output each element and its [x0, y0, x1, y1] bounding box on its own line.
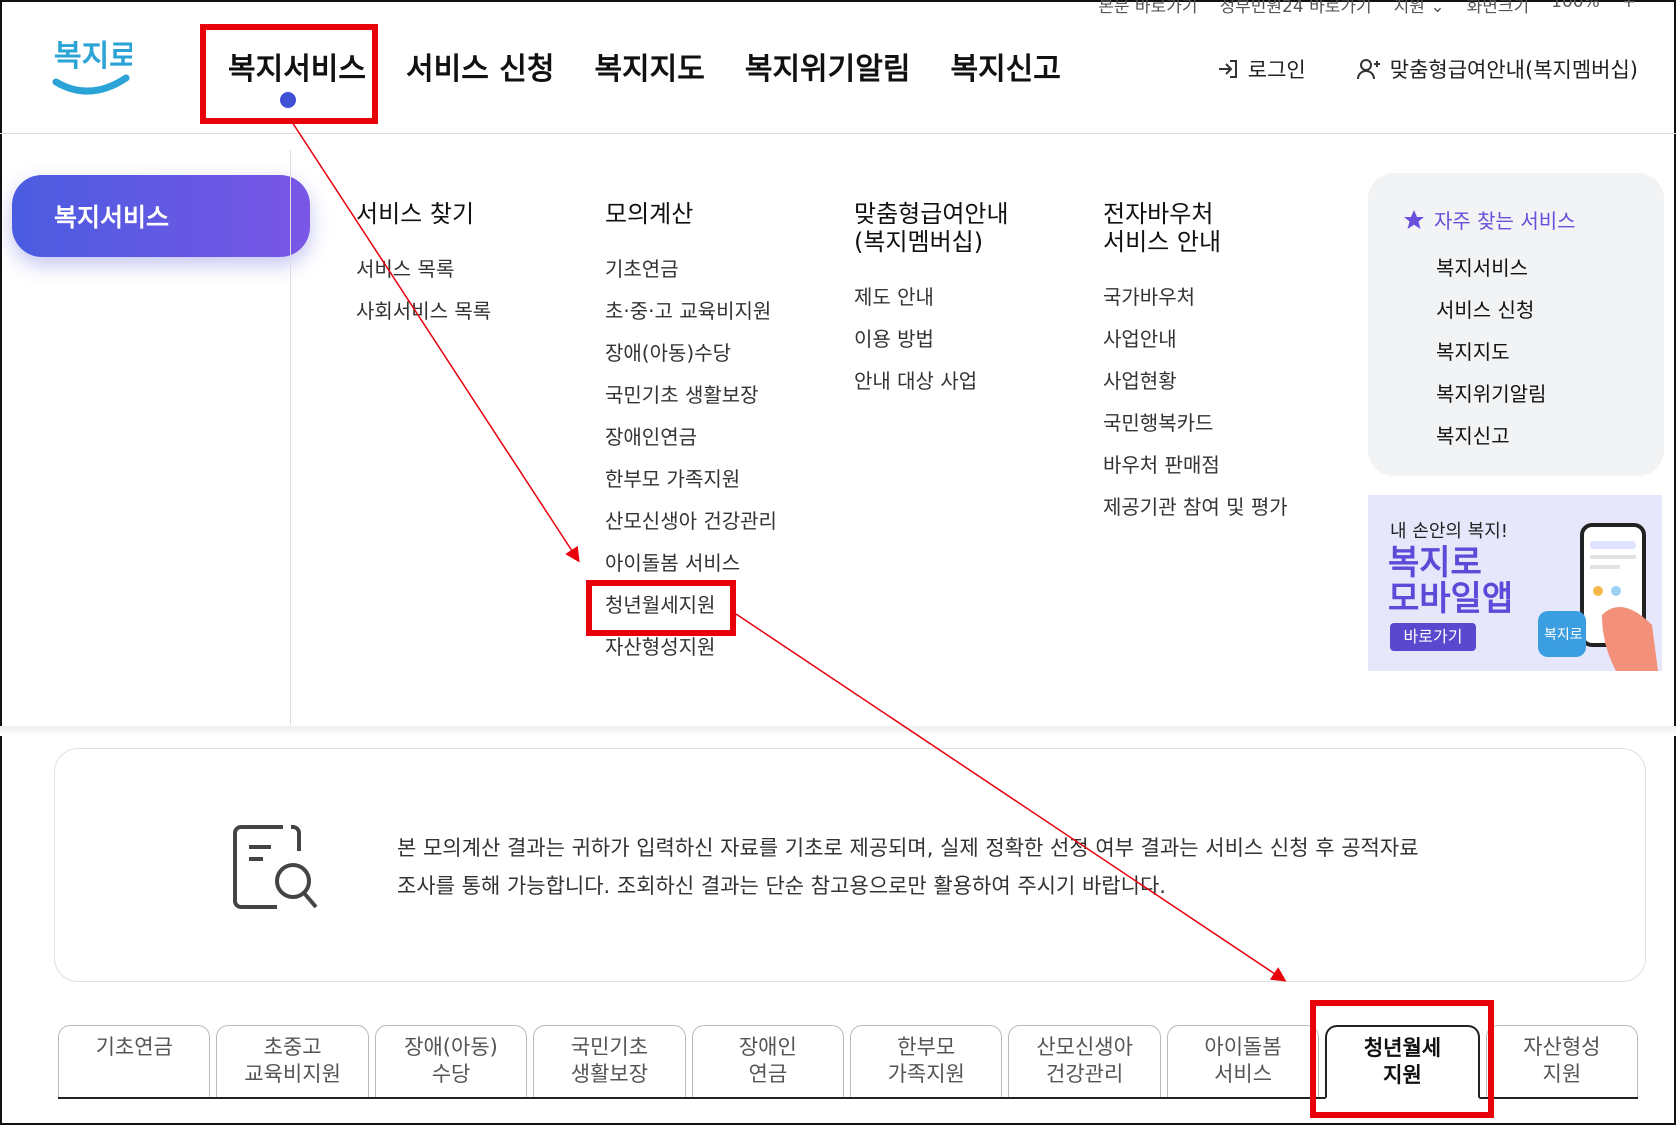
tab-single-parent[interactable]: 한부모 가족지원 — [850, 1025, 1003, 1097]
zoom-level: 100% — [1551, 0, 1600, 12]
menu-col-title-line1: 전자바우처 — [1103, 200, 1214, 228]
gnb-welfare-crisis-alert[interactable]: 복지위기알림 — [745, 44, 911, 88]
menu-item-service-list[interactable]: 서비스 목록 — [356, 248, 491, 290]
tab-asset-building[interactable]: 자산형성 지원 — [1485, 1025, 1639, 1097]
highlight-youth-rent-tab — [1310, 1000, 1494, 1118]
simulation-notice-box: 본 모의계산 결과는 귀하가 입력하신 자료를 기초로 제공되며, 실제 정확한… — [54, 748, 1646, 982]
gnb-service-apply[interactable]: 서비스 신청 — [406, 44, 554, 88]
menu-item-single-parent[interactable]: 한부모 가족지원 — [605, 458, 777, 500]
menu-item-program-status[interactable]: 사업현황 — [1103, 360, 1288, 402]
menu-item-social-service-list[interactable]: 사회서비스 목록 — [356, 290, 491, 332]
favorite-item-welfare-map[interactable]: 복지지도 — [1436, 331, 1546, 373]
svg-text:복지로: 복지로 — [1544, 627, 1583, 643]
banner-headline: 복지로 모바일앱 — [1388, 545, 1513, 617]
utility-bar: 본문 바로가기 정부민원24 바로가기 지원 ⌄ 화면크기 100% + — [1098, 0, 1636, 17]
notice-text: 본 모의계산 결과는 귀하가 입력하신 자료를 기초로 제공되며, 실제 정확한… — [397, 829, 1547, 905]
banner-headline-line2: 모바일앱 — [1388, 579, 1514, 619]
favorite-item-service-apply[interactable]: 서비스 신청 — [1436, 289, 1546, 331]
user-plus-icon — [1356, 59, 1380, 80]
highlight-youth-rent-menu — [586, 580, 736, 636]
bokjiro-logo[interactable]: 복지로 — [52, 30, 137, 100]
favorite-item-crisis-alert[interactable]: 복지위기알림 — [1436, 373, 1546, 415]
screen-size-label: 화면크기 — [1466, 0, 1530, 17]
language-select[interactable]: 지원 ⌄ — [1394, 0, 1445, 17]
menu-item-basic-pension[interactable]: 기초연금 — [605, 248, 777, 290]
menu-col-title: 맞춤형급여안내 (복지멤버십) — [854, 200, 1009, 256]
tab-disability-child-allowance[interactable]: 장애(아동) 수당 — [374, 1025, 528, 1097]
menu-col-title-line2: (복지멤버십) — [854, 228, 984, 256]
menu-col-title-line1: 맞춤형급여안내 — [854, 200, 1009, 228]
menu-col-benefit-guide: 맞춤형급여안내 (복지멤버십) 제도 안내 이용 방법 안내 대상 사업 — [854, 200, 1009, 402]
zoom-in-button[interactable]: + — [1622, 0, 1636, 17]
favorite-services-label: 자주 찾는 서비스 — [1434, 209, 1576, 233]
header-actions: 로그인 맞춤형급여안내(복지멤버십) — [1216, 54, 1638, 84]
notice-line-1: 본 모의계산 결과는 귀하가 입력하신 자료를 기초로 제공되며, 실제 정확한… — [397, 836, 1419, 860]
header-divider — [0, 133, 1676, 134]
tab-disability-pension[interactable]: 장애인 연금 — [691, 1025, 845, 1097]
mobile-app-banner[interactable]: 내 손안의 복지! 복지로 모바일앱 바로가기 복지로 — [1368, 495, 1662, 671]
logo-mark: 복지로 — [52, 39, 137, 95]
menu-col-title: 모의계산 — [605, 200, 694, 228]
tab-maternal-newborn[interactable]: 산모신생아 건강관리 — [1008, 1025, 1161, 1097]
gnb-welfare-map[interactable]: 복지지도 — [594, 44, 704, 88]
skip-to-content-link[interactable]: 본문 바로가기 — [1098, 0, 1197, 17]
menu-col-title: 전자바우처 서비스 안내 — [1103, 200, 1288, 256]
menu-item-disability-pension[interactable]: 장애인연금 — [605, 416, 777, 458]
gnb-welfare-report[interactable]: 복지신고 — [950, 44, 1060, 88]
tab-child-care[interactable]: 아이돌봄 서비스 — [1166, 1025, 1320, 1097]
star-icon — [1404, 209, 1424, 229]
menu-item-target-programs[interactable]: 안내 대상 사업 — [854, 360, 1009, 402]
menu-item-voucher-store[interactable]: 바우처 판매점 — [1103, 444, 1288, 486]
menu-item-system-guide[interactable]: 제도 안내 — [854, 276, 1009, 318]
phone-hand-illustration: 복지로 — [1538, 523, 1658, 671]
benefit-guide-link[interactable]: 맞춤형급여안내(복지멤버십) — [1356, 54, 1638, 84]
document-search-icon — [233, 825, 318, 909]
highlight-gnb-welfare-service — [200, 24, 378, 124]
menu-col-title-line2: 서비스 안내 — [1103, 228, 1222, 256]
menu-col-voucher: 전자바우처 서비스 안내 국가바우처 사업안내 사업현황 국민행복카드 바우처 … — [1103, 200, 1288, 528]
favorite-services-title: 자주 찾는 서비스 — [1402, 205, 1576, 234]
menu-col-title: 서비스 찾기 — [356, 200, 475, 228]
favorite-services-panel: 자주 찾는 서비스 복지서비스 서비스 신청 복지지도 복지위기알림 복지신고 — [1368, 173, 1664, 476]
menu-bottom-shadow — [0, 726, 1676, 736]
tab-education-support[interactable]: 초중고 교육비지원 — [216, 1025, 369, 1097]
menu-item-basic-livelihood[interactable]: 국민기초 생활보장 — [605, 374, 777, 416]
menu-section-title: 복지서비스 — [12, 175, 310, 257]
menu-item-national-voucher[interactable]: 국가바우처 — [1103, 276, 1288, 318]
benefit-guide-label: 맞춤형급여안내(복지멤버십) — [1389, 58, 1638, 82]
banner-headline-line1: 복지로 — [1388, 543, 1482, 583]
menu-item-program-info[interactable]: 사업안내 — [1103, 318, 1288, 360]
tab-basic-livelihood[interactable]: 국민기초 생활보장 — [533, 1025, 686, 1097]
menu-item-maternal-newborn[interactable]: 산모신생아 건강관리 — [605, 500, 777, 542]
menu-item-happiness-card[interactable]: 국민행복카드 — [1103, 402, 1288, 444]
notice-line-2: 조사를 통해 가능합니다. 조회하신 결과는 단순 참고용으로만 활용하여 주시… — [397, 874, 1166, 898]
menu-item-provider-evaluation[interactable]: 제공기관 참여 및 평가 — [1103, 486, 1288, 528]
login-link[interactable]: 로그인 — [1216, 54, 1306, 84]
banner-tagline: 내 손안의 복지! — [1390, 521, 1509, 542]
menu-item-child-care[interactable]: 아이돌봄 서비스 — [605, 542, 777, 584]
menu-col-service-find: 서비스 찾기 서비스 목록 사회서비스 목록 — [356, 200, 491, 332]
login-icon — [1218, 60, 1237, 78]
favorite-item-welfare-report[interactable]: 복지신고 — [1436, 415, 1546, 457]
menu-item-education-support[interactable]: 초·중·고 교육비지원 — [605, 290, 777, 332]
banner-go-button[interactable]: 바로가기 — [1390, 623, 1476, 651]
favorite-item-welfare-service[interactable]: 복지서비스 — [1436, 247, 1546, 289]
tab-basic-pension[interactable]: 기초연금 — [58, 1025, 211, 1097]
menu-item-disability-child-allowance[interactable]: 장애(아동)수당 — [605, 332, 777, 374]
menu-item-how-to-use[interactable]: 이용 방법 — [854, 318, 1009, 360]
login-label: 로그인 — [1247, 58, 1306, 82]
gov-portal-link[interactable]: 정부민원24 바로가기 — [1219, 0, 1371, 17]
svg-text:복지로: 복지로 — [54, 39, 132, 74]
menu-divider — [290, 150, 291, 725]
